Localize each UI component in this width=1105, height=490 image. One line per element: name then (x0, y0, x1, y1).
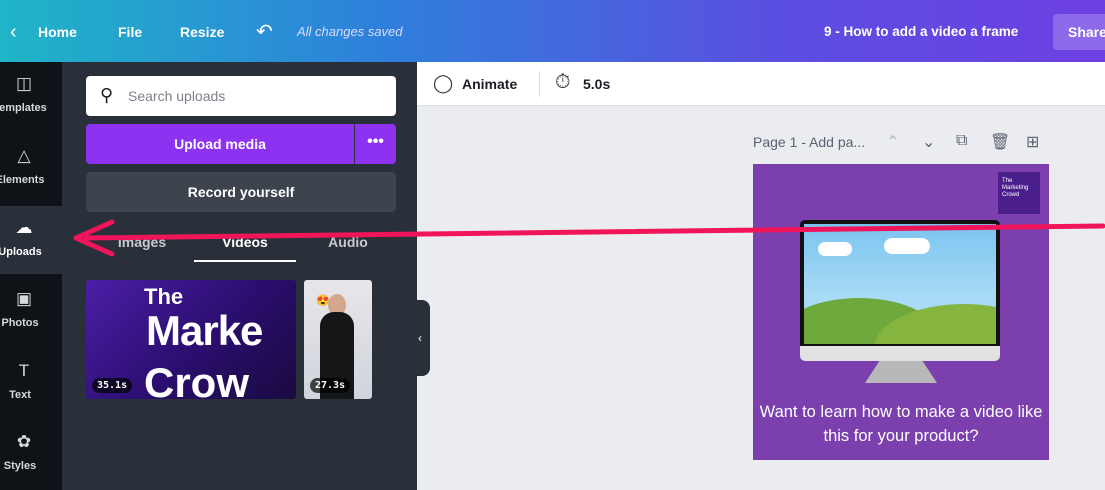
duration-badge: 35.1s (92, 378, 133, 393)
duration-badge: 27.3s (310, 378, 351, 393)
video-thumbnail[interactable]: The Marke Crow 35.1s (86, 280, 296, 399)
templates-icon: ◫ (15, 74, 33, 93)
page-title[interactable]: Page 1 - Add pa... (753, 134, 865, 150)
rail-item-photos[interactable]: ▣ Photos (0, 277, 62, 345)
thumbnail-text: The (144, 284, 184, 309)
chevron-up-icon[interactable]: ⌃ (886, 132, 899, 152)
tab-images[interactable]: Images (112, 234, 172, 262)
trash-icon[interactable]: 🗑 (990, 132, 1010, 152)
duplicate-page-icon[interactable]: ⧉ (956, 132, 967, 150)
text-icon: T (18, 361, 30, 380)
thumbnail-text: Marke (146, 307, 263, 354)
chevron-left-icon[interactable]: ‹ (10, 0, 17, 62)
rail-label: Styles (3, 460, 37, 472)
rail-label: Photos (1, 317, 39, 329)
cloud (884, 238, 930, 254)
editor-toolbar: ◯ Animate ⏱ 5.0s (417, 62, 1105, 106)
file-menu[interactable]: File (118, 0, 142, 62)
rail-item-templates[interactable]: ◫ Templates (0, 62, 62, 130)
more-options-button[interactable]: ••• (355, 124, 396, 164)
undo-icon[interactable]: ↶ (256, 0, 273, 62)
uploads-panel: ⚲ Upload media ••• Record yourself Image… (62, 62, 417, 490)
canvas-caption: Want to learn how to make a video like t… (759, 403, 1043, 445)
document-title[interactable]: 9 - How to add a video a frame (824, 0, 1018, 62)
monitor-graphic (800, 220, 1000, 361)
video-thumbnail[interactable]: 😍 27.3s (304, 280, 372, 399)
animate-button[interactable]: Animate (462, 76, 517, 92)
upload-media-button[interactable]: Upload media (86, 124, 354, 164)
tab-audio[interactable]: Audio (320, 234, 376, 262)
upload-cloud-icon: ☁ (15, 218, 33, 237)
left-rail: ◫ Templates △ Elements ☁ Uploads ▣ Photo… (0, 62, 62, 490)
monitor-stand (865, 361, 937, 383)
photos-icon: ▣ (15, 289, 33, 308)
top-bar: ‹ Home File Resize ↶ All changes saved 9… (0, 0, 1105, 62)
resize-button[interactable]: Resize (180, 0, 224, 62)
rail-label: Text (9, 389, 31, 401)
add-page-icon[interactable]: ⊞ (1026, 132, 1039, 152)
search-box[interactable]: ⚲ (86, 76, 396, 116)
collapse-panel-button[interactable]: ‹ (410, 300, 430, 376)
search-icon: ⚲ (100, 85, 114, 105)
search-input[interactable] (128, 85, 378, 107)
rail-label: Elements (0, 174, 45, 186)
design-canvas[interactable]: The Marketing Crowd Want to learn how to… (753, 164, 1049, 460)
tab-videos[interactable]: Videos (194, 234, 296, 262)
share-button[interactable]: Share (1053, 14, 1105, 50)
home-button[interactable]: Home (38, 0, 77, 62)
divider (539, 71, 540, 97)
timer-icon[interactable]: ⏱ (555, 71, 571, 94)
rail-item-text[interactable]: T Text (0, 349, 62, 417)
thumbnail-text: Crow (144, 359, 249, 400)
duration-button[interactable]: 5.0s (583, 76, 610, 92)
rail-item-uploads[interactable]: ☁ Uploads (0, 206, 62, 274)
rail-item-elements[interactable]: △ Elements (0, 134, 62, 202)
rail-label: Uploads (0, 246, 42, 258)
animate-icon[interactable]: ◯ (433, 73, 453, 94)
record-yourself-button[interactable]: Record yourself (86, 172, 396, 212)
rail-item-styles[interactable]: ✿ Styles (0, 420, 62, 488)
brand-logo: The Marketing Crowd (998, 172, 1040, 214)
save-status: All changes saved (297, 24, 403, 39)
monitor-chin (800, 346, 1000, 361)
monitor-screen (804, 224, 996, 344)
palette-icon: ✿ (16, 432, 32, 451)
rail-label: Templates (0, 102, 47, 114)
chevron-down-icon[interactable]: ⌄ (922, 132, 935, 152)
elements-icon: △ (17, 146, 31, 165)
cloud (818, 242, 852, 256)
